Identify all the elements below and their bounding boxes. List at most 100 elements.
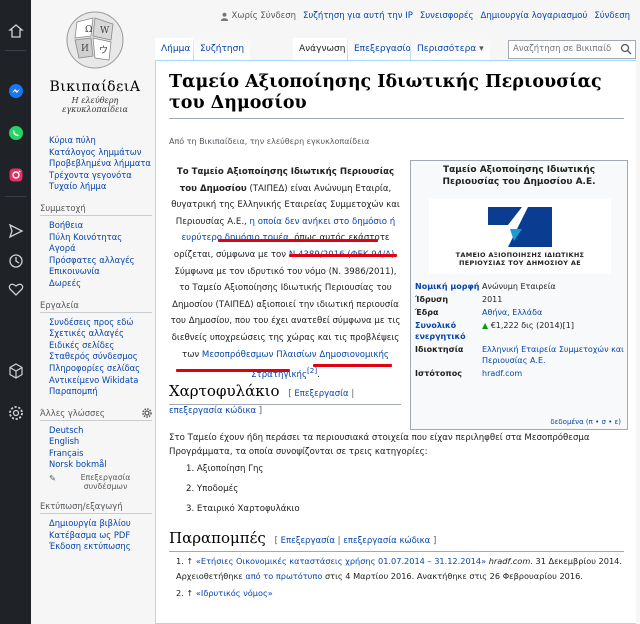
lang-link-de[interactable]: Deutsch: [49, 425, 152, 437]
tab-read[interactable]: Ανάγνωση: [293, 38, 352, 61]
section-portfolio-heading: Χαρτοφυλάκιο [ Επεξεργασία |: [169, 381, 401, 405]
sidebar-item-download-pdf[interactable]: Κατέβασμα ως PDF: [49, 530, 152, 542]
infobox-row: Συνολικό ενεργητικό ▲ €1,222 δις (2014)[1…: [415, 320, 625, 342]
sidebar-item-contact[interactable]: Επικοινωνία: [49, 266, 152, 278]
cube-icon[interactable]: [7, 362, 24, 379]
archive-link[interactable]: από το πρωτότυπο: [245, 571, 322, 581]
svg-text:И: И: [81, 44, 89, 54]
references-list: 1. ↑ «Ετήσιες Οικονομικές καταστάσεις χρ…: [176, 554, 626, 604]
sidebar-item-page-info[interactable]: Πληροφορίες σελίδας: [49, 363, 152, 375]
sidebar-item-special-pages[interactable]: Ειδικές σελίδες: [49, 340, 152, 352]
sidebar-item-donate[interactable]: Δωρεές: [49, 278, 152, 290]
tab-article[interactable]: Λήμμα: [155, 38, 197, 61]
whatsapp-icon[interactable]: [7, 124, 24, 141]
heart-icon[interactable]: [7, 280, 24, 297]
settings-icon[interactable]: [7, 404, 24, 421]
talk-ip-link[interactable]: Συζήτηση για αυτή την IP: [303, 11, 413, 21]
languages-heading-label: Άλλες γλώσσες: [40, 407, 105, 418]
edit-section-link[interactable]: Επεξεργασία: [294, 389, 348, 399]
owner-link[interactable]: Ελληνική Εταιρεία Συμμετοχών και Περιουσ…: [482, 345, 624, 365]
instagram-icon[interactable]: [7, 166, 24, 183]
edit-links-label[interactable]: Επεξεργασία συνδέσμων: [59, 473, 152, 491]
search-icon[interactable]: [620, 43, 632, 55]
logo-tagline: Η ελεύθερη εγκυκλοπαίδεια: [62, 96, 128, 114]
wikidata-link[interactable]: δεδομένα (π • σ • ε): [550, 418, 621, 426]
wikipedia-logo[interactable]: Ω W И ウ ΒικιπαίδειΑ Η ελεύθερη εγκυκλοπα…: [40, 0, 150, 120]
search-input[interactable]: Αναζήτηση σε Βικιπαίδ: [508, 40, 636, 59]
pencil-icon: ✎: [49, 473, 57, 484]
nav-portal: Κύρια πύλη Κατάλογος λημμάτων Προβεβλημέ…: [40, 135, 152, 193]
print-heading: Εκτύπωση/εξαγωγή: [40, 501, 152, 515]
sidebar-item-community[interactable]: Πύλη Κοινότητας: [49, 232, 152, 244]
sidebar-item-cite[interactable]: Παραπομπή: [49, 386, 152, 398]
tab-edit-label[interactable]: Επεξεργασία: [354, 44, 412, 54]
sidebar-item-random[interactable]: Τυχαίο λήμμα: [49, 181, 152, 193]
website-link[interactable]: hradf.com: [482, 369, 522, 378]
infobox-title: Ταμείο Αξιοποίησης Ιδιωτικής Περιουσίας …: [442, 165, 596, 187]
tools-portal: Εργαλεία Συνδέσεις προς εδώ Σχετικές αλλ…: [40, 300, 152, 398]
create-account-link[interactable]: Δημιουργία λογαριασμού: [481, 11, 588, 21]
tab-edit[interactable]: Επεξεργασία: [348, 38, 418, 61]
tab-more-label[interactable]: Περισσότερα: [417, 44, 476, 54]
sidebar-item-create-book[interactable]: Δημιουργία βιβλίου: [49, 518, 152, 530]
edit-source-link[interactable]: επεξεργασία κώδικα: [343, 536, 430, 546]
assets-value: €1,222 δις (2014)[1]: [490, 321, 575, 330]
cite-ref-2[interactable]: [2]: [307, 366, 317, 375]
infobox-row: Ίδρυση 2011: [415, 294, 625, 305]
edit-section-link[interactable]: Επεξεργασία: [281, 536, 335, 546]
sidebar-item-village-pump[interactable]: Αγορά: [49, 243, 152, 255]
company-logo-text-1: ΤΑΜΕΙΟ ΑΞΙΟΠΟΙΗΣΗΣ ΙΔΙΩΤΙΚΗΣ: [455, 251, 585, 259]
puzzle-globe-icon: Ω W И ウ: [66, 11, 124, 69]
reference-title-link[interactable]: «Ιδρυτικός νόμος»: [196, 588, 273, 598]
page-title: Ταμείο Αξιοποίησης Ιδιωτικής Περιουσίας …: [169, 72, 624, 119]
tab-article-label[interactable]: Λήμμα: [161, 44, 190, 54]
sidebar-item-printable[interactable]: Έκδοση εκτύπωσης: [49, 541, 152, 553]
tab-talk[interactable]: Συζήτηση: [194, 38, 251, 61]
sidebar-item-current-events[interactable]: Τρέχοντα γεγονότα: [49, 170, 152, 182]
gear-icon[interactable]: [142, 407, 152, 418]
red-underline: [218, 239, 378, 242]
infobox-footer[interactable]: δεδομένα (π • σ • ε): [550, 418, 621, 426]
lang-link-nb[interactable]: Norsk bokmål: [49, 459, 152, 471]
red-underline: [176, 369, 290, 372]
personal-tools: Χωρίς Σύνδεση Συζήτηση για αυτή την IP Σ…: [220, 11, 630, 21]
edit-links[interactable]: ✎ Επεξεργασία συνδέσμων: [49, 473, 152, 491]
reference-title-link[interactable]: «Ετήσιες Οικονομικές καταστάσεις χρήσης …: [196, 556, 486, 566]
infobox-key: Συνολικό ενεργητικό: [415, 321, 466, 341]
infobox-value[interactable]: hradf.com: [482, 368, 625, 379]
login-link[interactable]: Σύνδεση: [594, 11, 630, 21]
contributions-link[interactable]: Συνεισφορές: [420, 11, 474, 21]
search-placeholder: Αναζήτηση σε Βικιπαίδ: [513, 44, 612, 54]
messenger-icon[interactable]: [7, 82, 24, 99]
sidebar-item-featured[interactable]: Προβεβλημένα λήμματα: [49, 158, 152, 170]
rail-divider: [5, 50, 26, 51]
edit-code-line: επεξεργασία κώδικα ]: [169, 406, 263, 416]
lang-link-en[interactable]: English: [49, 436, 152, 448]
sidebar-item-related-changes[interactable]: Σχετικές αλλαγές: [49, 328, 152, 340]
tools-heading-label: Εργαλεία: [40, 299, 79, 310]
sidebar-item-permanent-link[interactable]: Σταθερός σύνδεσμος: [49, 351, 152, 363]
home-icon[interactable]: [7, 22, 24, 39]
sidebar-item-main-page[interactable]: Κύρια πύλη: [49, 135, 152, 147]
tab-more[interactable]: Περισσότερα ▾: [411, 38, 490, 61]
infobox-row: Έδρα Αθήνα, Ελλάδα: [415, 307, 625, 318]
infobox-value[interactable]: Αθήνα, Ελλάδα: [482, 307, 625, 318]
section-references-heading: Παραπομπές [ Επεξεργασία | επεξεργασία κ…: [169, 528, 624, 552]
sidebar-item-wikidata[interactable]: Αντικείμενο Wikidata: [49, 375, 152, 387]
languages-heading: Άλλες γλώσσες: [40, 408, 152, 421]
headquarters-link[interactable]: Αθήνα, Ελλάδα: [482, 308, 542, 317]
sidebar-item-help[interactable]: Βοήθεια: [49, 220, 152, 232]
edit-source-link[interactable]: επεξεργασία κώδικα: [169, 406, 256, 416]
send-icon[interactable]: [7, 222, 24, 239]
tab-talk-label[interactable]: Συζήτηση: [200, 44, 244, 54]
reference-item: 1. ↑ «Ετήσιες Οικονομικές καταστάσεις χρ…: [176, 554, 626, 583]
infobox-value[interactable]: Ελληνική Εταιρεία Συμμετοχών και Περιουσ…: [482, 344, 625, 366]
sidebar-item-what-links-here[interactable]: Συνδέσεις προς εδώ: [49, 317, 152, 329]
portfolio-list: 1. Αξιοποίηση Γης 2. Υποδομές 3. Εταιρικ…: [186, 459, 300, 519]
tab-read-label[interactable]: Ανάγνωση: [299, 44, 345, 54]
sidebar-item-contents[interactable]: Κατάλογος λημμάτων: [49, 147, 152, 159]
lang-link-fr[interactable]: Français: [49, 448, 152, 460]
history-icon[interactable]: [7, 252, 24, 269]
sidebar-item-recent-changes[interactable]: Πρόσφατες αλλαγές: [49, 255, 152, 267]
participation-heading-label: Συμμετοχή: [40, 202, 86, 213]
